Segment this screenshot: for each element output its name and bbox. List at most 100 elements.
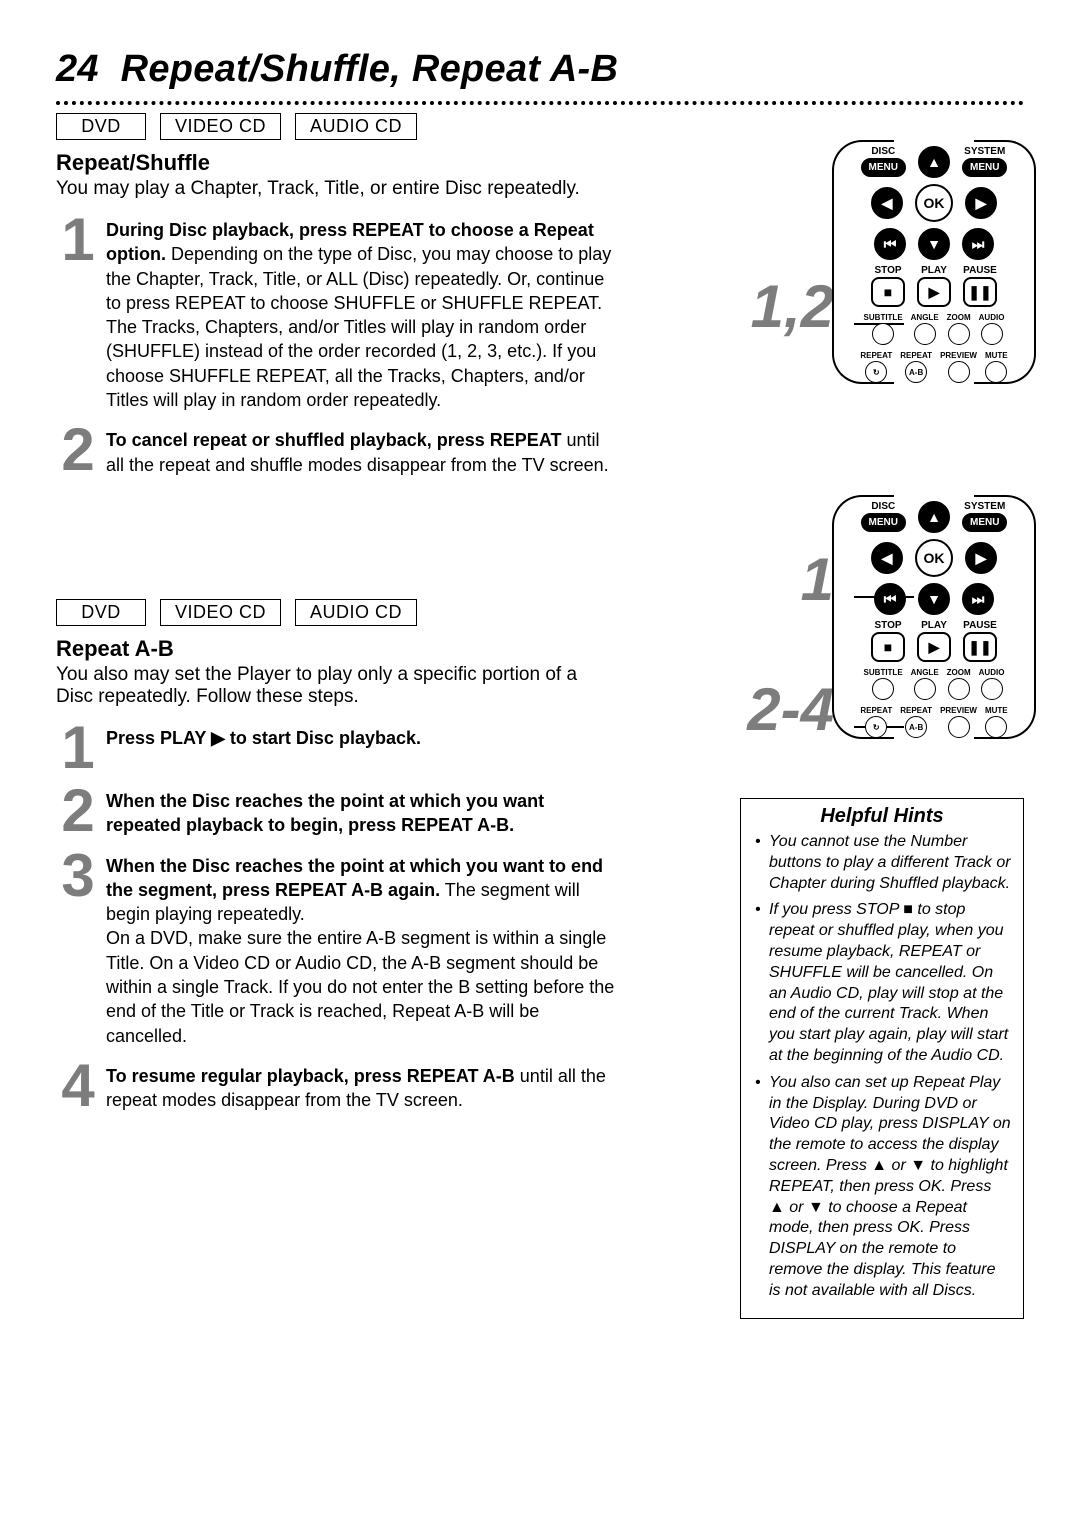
label-audio: AUDIO — [979, 313, 1005, 322]
next-button: ⏭ — [962, 583, 994, 615]
left-button: ◀ — [871, 187, 903, 219]
step-lead: When the Disc reaches the point at which… — [106, 791, 544, 835]
step-number: 1 — [56, 722, 100, 773]
up-button: ▲ — [918, 146, 950, 178]
step-lead: To resume regular playback, press REPEAT… — [106, 1066, 515, 1086]
label-stop: STOP — [874, 266, 901, 276]
ok-button: OK — [915, 539, 953, 577]
zoom-button — [948, 323, 970, 345]
stop-button: ■ — [871, 277, 905, 307]
step: 2 To cancel repeat or shuffled playback,… — [56, 424, 616, 477]
angle-button — [914, 323, 936, 345]
preview-button — [948, 361, 970, 383]
play-button: ▶ — [917, 632, 951, 662]
step-number: 3 — [56, 850, 100, 901]
section1-steps: 1 During Disc playback, press REPEAT to … — [56, 214, 616, 477]
step-rest: Depending on the type of Disc, you may c… — [106, 244, 611, 410]
page-title-text: Repeat/Shuffle, Repeat A-B — [121, 48, 619, 90]
pause-button: ❚❚ — [963, 277, 997, 307]
label-system: SYSTEM — [964, 147, 1005, 157]
label-audio: AUDIO — [979, 668, 1005, 677]
mute-button — [985, 361, 1007, 383]
ok-button: OK — [915, 184, 953, 222]
step-rest: The segment will begin playing repeatedl… — [106, 880, 614, 1046]
label-play: PLAY — [921, 266, 947, 276]
hint-item: If you press STOP ■ to stop repeat or sh… — [755, 900, 1011, 1066]
remote-diagram-2: 1 2-4 DISCMENU ▲ SYSTEMMENU ◀ OK ▶ ⏮ ▼ ⏭… — [754, 495, 1024, 735]
repeat-ab-button: A-B — [905, 716, 927, 738]
label-subtitle: SUBTITLE — [864, 668, 903, 677]
label-play: PLAY — [921, 621, 947, 631]
repeat-button: ↻ — [865, 361, 887, 383]
subtitle-button — [872, 323, 894, 345]
remote-diagram-1: 1,2 DISCMENU ▲ SYSTEMMENU ◀ OK ▶ ⏮ ▼ ⏭ S… — [754, 140, 1024, 380]
label-repeat-ab: REPEAT — [900, 706, 932, 715]
step-lead: To cancel repeat or shuffled playback, p… — [106, 430, 561, 450]
up-button: ▲ — [918, 501, 950, 533]
audio-button — [981, 323, 1003, 345]
hint-item: You cannot use the Number buttons to pla… — [755, 832, 1011, 894]
play-button: ▶ — [917, 277, 951, 307]
step-lead: Press PLAY ▶ to start Disc playback. — [106, 728, 421, 748]
label-angle: ANGLE — [911, 313, 939, 322]
section1-intro: You may play a Chapter, Track, Title, or… — [56, 178, 616, 200]
pill-dvd: DVD — [56, 599, 146, 626]
step-body: When the Disc reaches the point at which… — [106, 850, 616, 1048]
step-body: When the Disc reaches the point at which… — [106, 785, 616, 838]
audio-button — [981, 678, 1003, 700]
page-number: 24 — [56, 48, 99, 90]
label-repeat: REPEAT — [860, 706, 892, 715]
preview-button — [948, 716, 970, 738]
helpful-hints-box: Helpful Hints You cannot use the Number … — [740, 798, 1024, 1319]
disc-menu-button: MENU — [861, 158, 906, 177]
right-button: ▶ — [965, 542, 997, 574]
hints-title: Helpful Hints — [741, 799, 1023, 832]
down-button: ▼ — [918, 228, 950, 260]
label-disc: DISC — [871, 147, 895, 157]
system-menu-button: MENU — [962, 158, 1007, 177]
label-zoom: ZOOM — [947, 668, 971, 677]
step: 3 When the Disc reaches the point at whi… — [56, 850, 616, 1048]
label-repeat: REPEAT — [860, 351, 892, 360]
pill-dvd: DVD — [56, 113, 146, 140]
step-number: 1 — [56, 214, 100, 265]
label-repeat-ab: REPEAT — [900, 351, 932, 360]
label-disc: DISC — [871, 502, 895, 512]
remote-callout-2-4: 2-4 — [747, 675, 834, 744]
mute-button — [985, 716, 1007, 738]
stop-button: ■ — [871, 632, 905, 662]
label-mute: MUTE — [985, 351, 1008, 360]
hints-list: You cannot use the Number buttons to pla… — [741, 832, 1023, 1302]
label-angle: ANGLE — [911, 668, 939, 677]
prev-button: ⏮ — [874, 583, 906, 615]
step: 2 When the Disc reaches the point at whi… — [56, 785, 616, 838]
left-button: ◀ — [871, 542, 903, 574]
label-stop: STOP — [874, 621, 901, 631]
repeat-button: ↻ — [865, 716, 887, 738]
remote-callout-1: 1 — [801, 545, 834, 614]
remote-outline: DISCMENU ▲ SYSTEMMENU ◀ OK ▶ ⏮ ▼ ⏭ STOP■… — [844, 495, 1024, 735]
label-preview: PREVIEW — [940, 706, 977, 715]
label-zoom: ZOOM — [947, 313, 971, 322]
page-title: 24 Repeat/Shuffle, Repeat A-B — [56, 48, 1024, 91]
label-mute: MUTE — [985, 706, 1008, 715]
label-pause: PAUSE — [963, 266, 997, 276]
subtitle-button — [872, 678, 894, 700]
step-body: During Disc playback, press REPEAT to ch… — [106, 214, 616, 412]
step: 1 Press PLAY ▶ to start Disc playback. — [56, 722, 616, 773]
pill-videocd: VIDEO CD — [160, 113, 281, 140]
next-button: ⏭ — [962, 228, 994, 260]
pill-videocd: VIDEO CD — [160, 599, 281, 626]
remote-callout-1-2: 1,2 — [751, 272, 834, 341]
right-button: ▶ — [965, 187, 997, 219]
label-system: SYSTEM — [964, 502, 1005, 512]
hint-item: You also can set up Repeat Play in the D… — [755, 1073, 1011, 1302]
pause-button: ❚❚ — [963, 632, 997, 662]
step-body: Press PLAY ▶ to start Disc playback. — [106, 722, 421, 750]
pill-audiocd: AUDIO CD — [295, 113, 417, 140]
format-pills: DVD VIDEO CD AUDIO CD — [56, 113, 1024, 140]
step: 1 During Disc playback, press REPEAT to … — [56, 214, 616, 412]
remote-outline: DISCMENU ▲ SYSTEMMENU ◀ OK ▶ ⏮ ▼ ⏭ STOP■… — [844, 140, 1024, 380]
system-menu-button: MENU — [962, 513, 1007, 532]
label-pause: PAUSE — [963, 621, 997, 631]
